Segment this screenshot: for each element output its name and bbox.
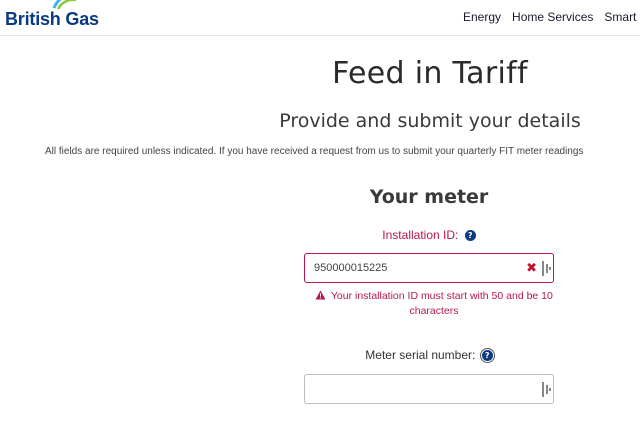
installation-id-label: Installation ID: ? — [279, 228, 579, 242]
nav-smart[interactable]: Smart — [604, 10, 636, 24]
error-message: Your installation ID must start with 50 … — [330, 290, 553, 317]
page-title: Feed in Tariff — [332, 56, 528, 91]
logo-text: British Gas — [5, 9, 99, 29]
question-circle-icon[interactable]: ? — [464, 230, 476, 242]
installation-id-input[interactable] — [314, 254, 524, 282]
drag-handle-icon[interactable] — [542, 382, 551, 397]
intro-text: All fields are required unless indicated… — [45, 146, 584, 157]
site-header: British Gas Energy Home Services Smart — [0, 0, 640, 36]
warning-triangle-icon — [315, 290, 326, 300]
meter-serial-field[interactable] — [304, 374, 554, 404]
british-gas-logo[interactable]: British Gas — [0, 0, 130, 34]
page-subtitle: Provide and submit your details — [279, 110, 581, 132]
installation-id-error: Your installation ID must start with 50 … — [304, 289, 564, 319]
meter-serial-label-text: Meter serial number: — [365, 348, 476, 362]
nav-home-services[interactable]: Home Services — [512, 10, 593, 24]
meter-serial-input[interactable] — [314, 375, 524, 403]
nav-energy[interactable]: Energy — [463, 10, 501, 24]
your-meter-heading: Your meter — [369, 186, 489, 208]
meter-serial-label: Meter serial number: ? — [279, 348, 579, 364]
question-circle-icon[interactable]: ? — [479, 348, 495, 364]
drag-handle-icon[interactable] — [542, 261, 551, 276]
installation-id-field[interactable]: ✖ — [304, 253, 554, 283]
close-x-icon[interactable]: ✖ — [526, 262, 537, 275]
installation-id-label-text: Installation ID: — [382, 228, 459, 242]
main-nav: Energy Home Services Smart — [463, 10, 636, 24]
